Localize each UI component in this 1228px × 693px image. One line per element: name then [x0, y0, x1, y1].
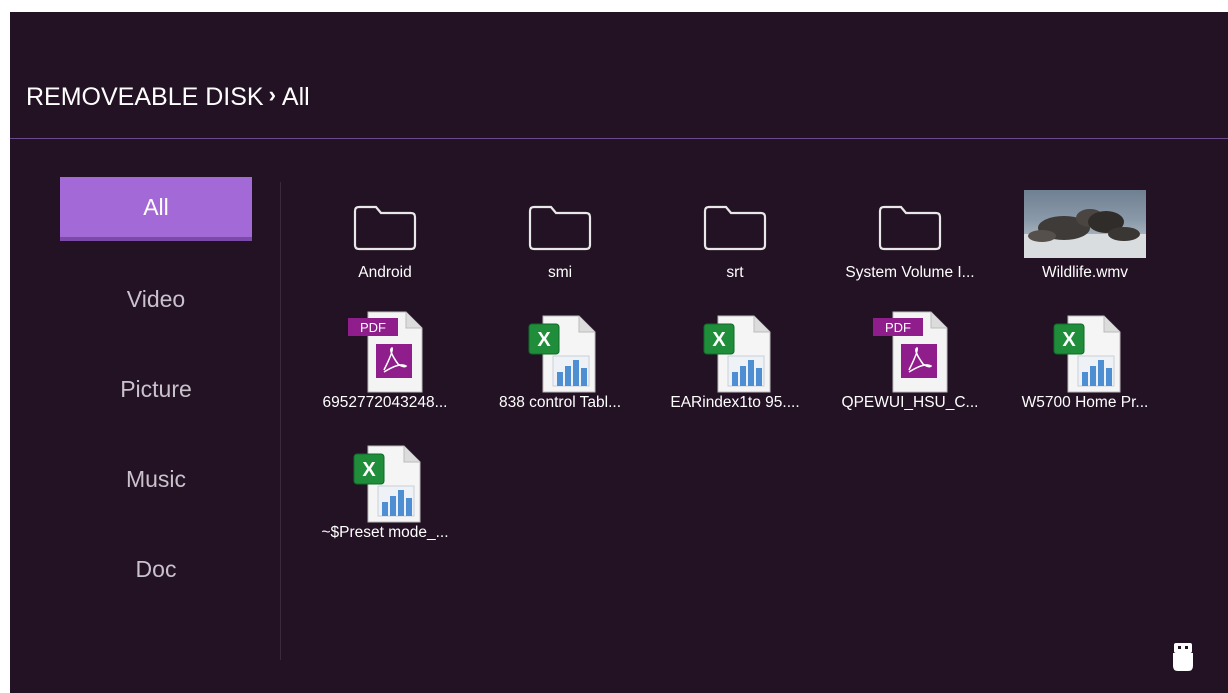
pdf-file-icon: PDF: [873, 311, 948, 393]
sidebar-item-label: Video: [126, 285, 186, 312]
folder-icon: [703, 205, 767, 251]
seal-image-icon: [1024, 209, 1146, 258]
file-name: W5700 Home Pr...: [1021, 394, 1149, 411]
file-tile-pdf-1[interactable]: PDF 6952772043248...: [300, 310, 470, 432]
file-name: Wildlife.wmv: [1041, 264, 1129, 281]
sidebar-item-picture[interactable]: Picture: [60, 357, 252, 421]
file-tile-srt[interactable]: srt: [650, 180, 820, 302]
file-tile-excel-4[interactable]: X ~$Preset mode_...: [300, 440, 470, 562]
sidebar-item-label: Music: [125, 465, 187, 492]
file-tile-wildlife[interactable]: Wildlife.wmv: [1000, 180, 1170, 302]
excel-file-icon: X: [1053, 315, 1121, 393]
file-tile-excel-3[interactable]: X W5700 Home Pr...: [1000, 310, 1170, 432]
svg-text:X: X: [712, 329, 726, 351]
svg-text:X: X: [362, 459, 376, 481]
file-tile-smi[interactable]: smi: [475, 180, 645, 302]
file-tile-system-volume[interactable]: System Volume I...: [825, 180, 995, 302]
header-bar: REMOVEABLE DISK › All: [10, 12, 1228, 139]
file-name: 838 control Tabl...: [498, 394, 622, 411]
sidebar-item-label: All: [143, 193, 169, 220]
file-name: System Volume I...: [845, 264, 975, 281]
folder-icon: [878, 205, 942, 251]
folder-icon: [353, 205, 417, 251]
pdf-badge: PDF: [360, 320, 386, 335]
sidebar-item-label: Picture: [120, 375, 192, 402]
file-tile-excel-2[interactable]: X EARindex1to 95....: [650, 310, 820, 432]
file-tile-pdf-2[interactable]: PDF QPEWUI_HSU_C...: [825, 310, 995, 432]
file-browser-screen: REMOVEABLE DISK › All All Video Picture …: [10, 12, 1228, 693]
excel-file-icon: X: [528, 315, 596, 393]
folder-icon: [528, 205, 592, 251]
file-name: srt: [726, 264, 744, 281]
excel-file-icon: X: [353, 445, 421, 523]
usb-drive-icon[interactable]: [1172, 642, 1194, 672]
pdf-badge: PDF: [885, 320, 911, 335]
sidebar-divider: [280, 182, 281, 660]
sidebar-item-doc[interactable]: Doc: [60, 537, 252, 601]
file-name: EARindex1to 95....: [670, 394, 800, 411]
file-name: 6952772043248...: [322, 394, 448, 411]
file-name: QPEWUI_HSU_C...: [841, 394, 979, 411]
file-name: smi: [547, 264, 573, 281]
category-sidebar: All Video Picture Music Doc: [60, 177, 252, 627]
svg-text:X: X: [1062, 329, 1076, 351]
file-name: ~$Preset mode_...: [321, 524, 449, 541]
file-name: Android: [358, 264, 412, 281]
sidebar-item-music[interactable]: Music: [60, 447, 252, 511]
video-thumbnail: [1024, 190, 1146, 258]
sidebar-item-label: Doc: [135, 555, 177, 582]
breadcrumb-current: All: [281, 83, 310, 111]
sidebar-item-all[interactable]: All: [60, 177, 252, 241]
file-tile-android[interactable]: Android: [300, 180, 470, 302]
pdf-file-icon: PDF: [348, 311, 423, 393]
breadcrumb: REMOVEABLE DISK › All: [26, 81, 310, 112]
breadcrumb-root[interactable]: REMOVEABLE DISK: [26, 83, 264, 112]
sidebar-item-video[interactable]: Video: [60, 267, 252, 331]
excel-file-icon: X: [703, 315, 771, 393]
svg-text:X: X: [537, 329, 551, 351]
breadcrumb-separator-icon: ›: [268, 81, 276, 107]
file-tile-excel-1[interactable]: X 838 control Tabl...: [475, 310, 645, 432]
